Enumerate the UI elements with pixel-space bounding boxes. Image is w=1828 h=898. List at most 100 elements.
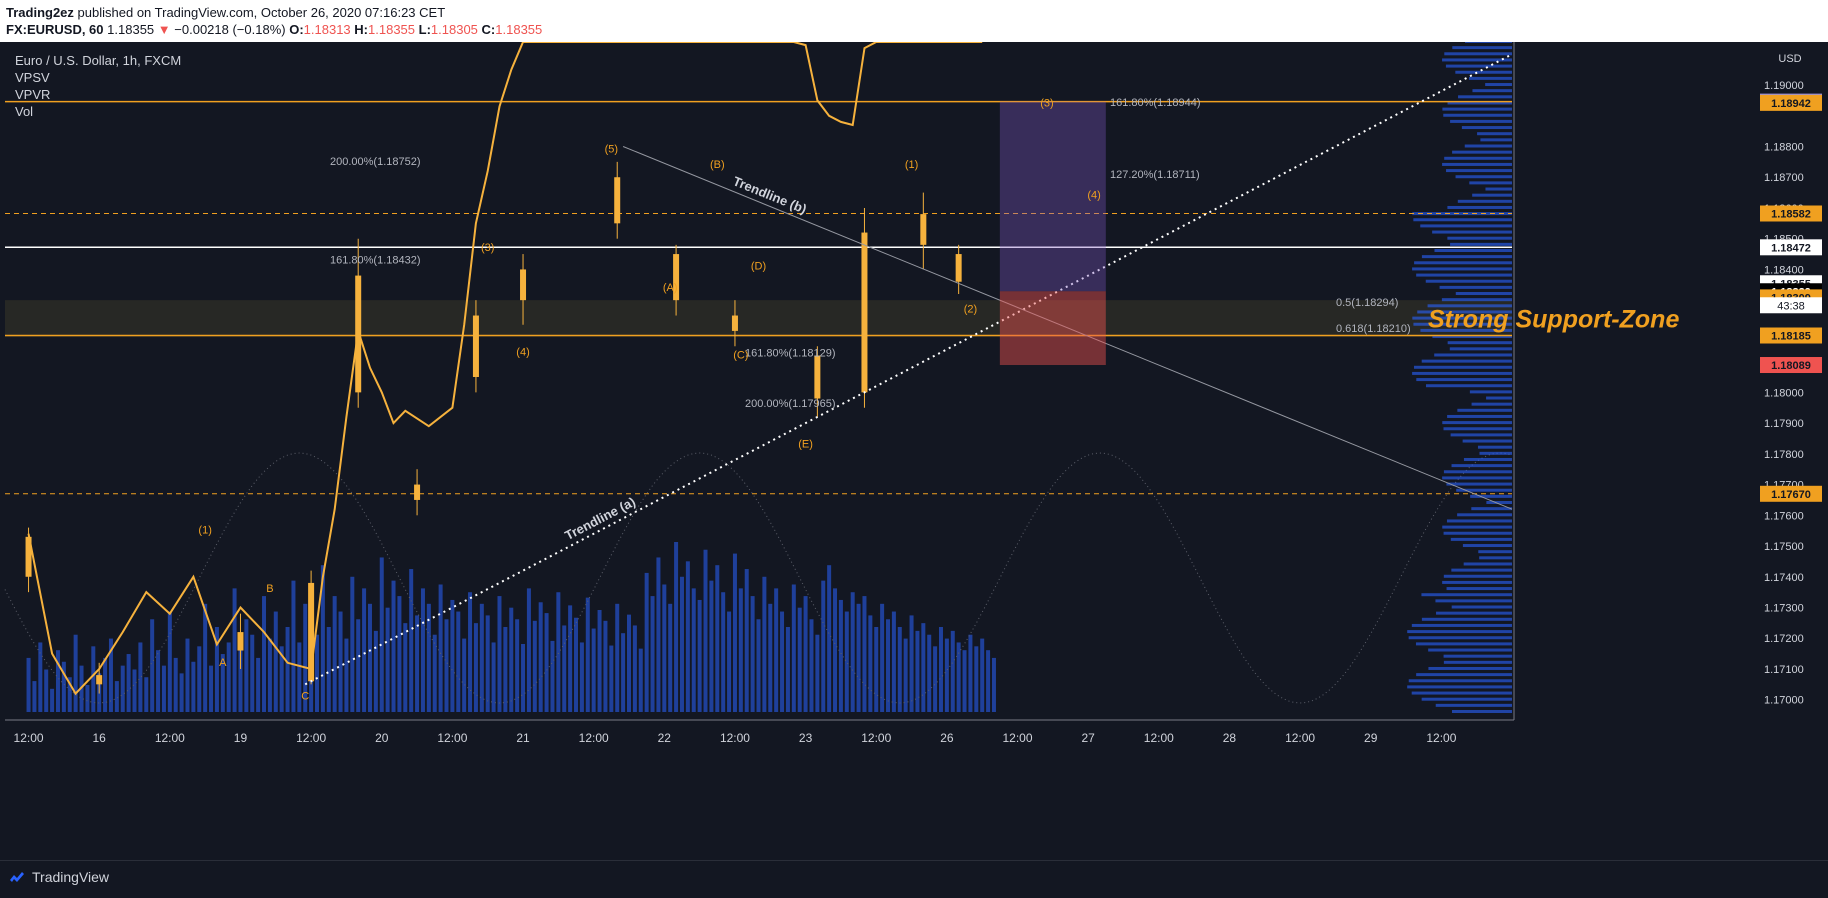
time-tick-label: 12:00	[1426, 731, 1456, 745]
volume-bar	[815, 634, 820, 712]
volume-profile-row	[1479, 451, 1512, 455]
volume-profile-row	[1471, 402, 1512, 406]
volume-bar	[50, 688, 55, 712]
volume-bar	[703, 549, 708, 712]
volume-profile-row	[1434, 353, 1512, 357]
position-layer[interactable]	[999, 101, 1106, 366]
wave-label: A	[219, 657, 227, 669]
change-value: −0.00218 (−0.18%)	[174, 22, 286, 37]
volume-bar	[120, 665, 125, 712]
volume-profile-row	[1439, 285, 1512, 289]
volume-bar	[591, 628, 596, 712]
time-tick-label: 12:00	[155, 731, 185, 745]
volume-profile-row	[1447, 236, 1512, 240]
volume-profile-row	[1407, 685, 1512, 689]
volume-bar	[915, 630, 920, 712]
legend-series-title[interactable]: Euro / U.S. Dollar, 1h, FXCM	[15, 52, 181, 69]
wave-label: (4)	[516, 346, 529, 358]
time-tick-label: 23	[799, 731, 813, 745]
volume-profile-row	[1442, 58, 1512, 62]
wave-label: (C)	[733, 350, 748, 362]
volume-profile-row	[1446, 519, 1512, 523]
price-tick-label: 1.17500	[1764, 541, 1804, 553]
volume-profile-row	[1458, 95, 1512, 99]
volume-bar	[950, 630, 955, 712]
volume-bar	[515, 619, 520, 712]
volume-bar	[273, 611, 278, 712]
volume-profile-row	[1421, 593, 1512, 597]
time-tick-label: 12:00	[1003, 731, 1033, 745]
volume-bar	[903, 638, 908, 712]
volume-profile-row	[1465, 42, 1512, 43]
volume-profile-row	[1450, 119, 1512, 123]
volume-profile-row	[1425, 279, 1512, 283]
volume-bar	[338, 611, 343, 712]
volume-bar	[886, 619, 891, 712]
volume-bar	[103, 657, 108, 712]
candle-body	[861, 232, 868, 393]
volume-bar	[397, 596, 402, 712]
time-tick-label: 12:00	[1285, 731, 1315, 745]
tradingview-logo[interactable]: TradingView	[8, 869, 109, 885]
price-tick-label: 1.17300	[1764, 603, 1804, 615]
volume-profile-row	[1407, 630, 1512, 634]
fib-label: 0.5(1.18294)	[1336, 297, 1398, 309]
price-chart[interactable]: Trendline (a)Trendline (b) Strong Suppor…	[0, 42, 1828, 860]
volume-bar	[574, 617, 579, 712]
volume-profile-row	[1450, 433, 1512, 437]
price-tick-label: 1.17100	[1764, 664, 1804, 676]
volume-bar	[73, 634, 78, 712]
volume-bar	[780, 611, 785, 712]
legend-vpsv[interactable]: VPSV	[15, 69, 181, 86]
volume-bar	[603, 620, 608, 712]
fib-label: 127.20%(1.18711)	[1110, 169, 1200, 181]
price-tag-label: 1.18472	[1771, 242, 1811, 254]
wave-label: (1)	[905, 159, 918, 171]
volume-bar	[897, 627, 902, 712]
price-tick-label: 1.17400	[1764, 572, 1804, 584]
volume-bar	[809, 619, 814, 712]
volume-bar	[462, 638, 467, 712]
volume-bar	[938, 627, 943, 712]
volume-profile-row	[1444, 52, 1512, 56]
volume-profile-row	[1463, 457, 1512, 461]
legend-volume[interactable]: Vol	[15, 103, 181, 120]
volume-bar	[585, 597, 590, 712]
volume-bar	[32, 681, 37, 712]
volume-bar	[650, 596, 655, 712]
legend-vpvr[interactable]: VPVR	[15, 86, 181, 103]
volume-bar	[597, 610, 602, 712]
wave-label: C	[301, 691, 309, 703]
volume-profile-row	[1446, 587, 1512, 591]
volume-profile-row	[1472, 89, 1512, 93]
volume-profile-row	[1416, 378, 1512, 382]
volume-profile-row	[1442, 162, 1512, 166]
volume-bar	[644, 572, 649, 712]
volume-profile-row	[1414, 365, 1512, 369]
volume-profile-row	[1485, 187, 1512, 191]
wave-label: (4)	[1087, 190, 1100, 202]
volume-profile-row	[1432, 230, 1512, 234]
footer-bar: TradingView	[0, 860, 1828, 898]
time-tick-label: 12:00	[861, 731, 891, 745]
volume-bar	[509, 607, 514, 712]
fib-label: 200.00%(1.17965)	[745, 398, 836, 410]
volume-profile-row	[1411, 623, 1512, 627]
volume-profile-row	[1450, 242, 1512, 246]
volume-profile-row	[1452, 710, 1512, 713]
volume-bar	[850, 592, 855, 712]
volume-profile-row	[1442, 421, 1512, 425]
close-value: 1.18355	[495, 22, 543, 37]
volume-profile-row	[1408, 636, 1512, 640]
volume-bar	[256, 657, 261, 712]
volume-profile-row	[1457, 513, 1512, 517]
time-tick-label: 16	[93, 731, 107, 745]
volume-bar	[144, 677, 149, 712]
author-name[interactable]: Trading2ez	[6, 5, 74, 20]
volume-bar	[844, 611, 849, 712]
volume-bar	[161, 665, 166, 712]
volume-profile-row	[1477, 132, 1512, 136]
volume-bar	[968, 634, 973, 712]
volume-profile-row	[1416, 273, 1512, 277]
volume-bar	[679, 576, 684, 712]
